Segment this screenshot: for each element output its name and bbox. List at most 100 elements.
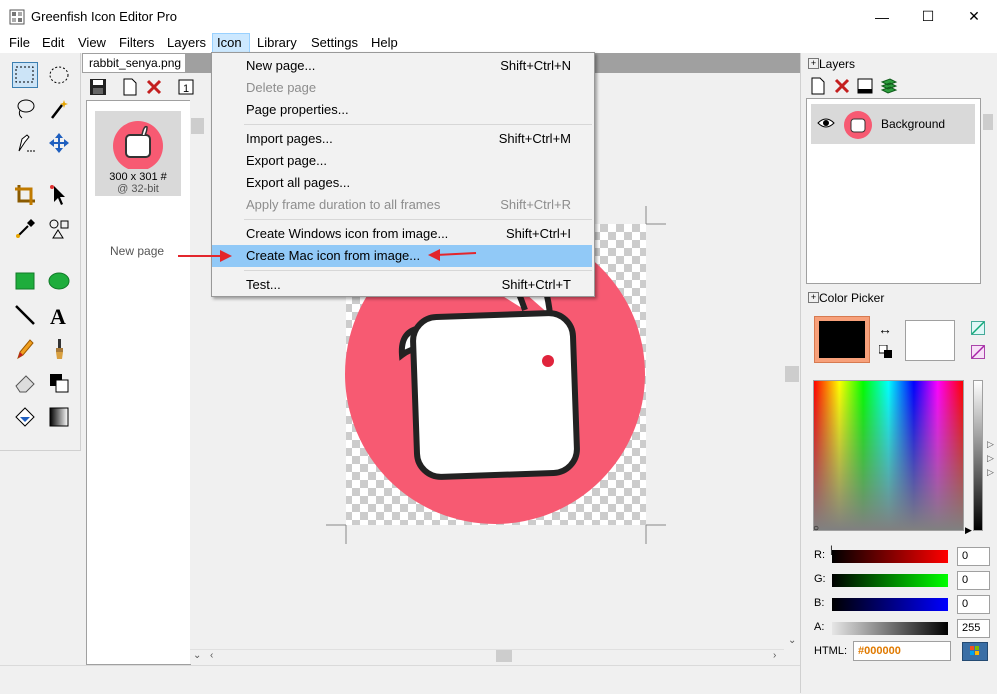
- green-slider[interactable]: [832, 574, 948, 587]
- reset-colors-icon[interactable]: [878, 344, 893, 359]
- layers-panel-title: Layers: [819, 57, 856, 71]
- page-thumbnail[interactable]: 300 x 301 # @ 32-bit: [95, 111, 181, 196]
- hue-saturation-field[interactable]: [813, 380, 964, 531]
- red-slider[interactable]: [832, 550, 948, 563]
- text-tool[interactable]: A: [46, 302, 72, 328]
- menu-filters[interactable]: Filters: [115, 33, 158, 53]
- system-color-picker-button[interactable]: [962, 642, 988, 661]
- page-number-icon[interactable]: 1: [178, 79, 194, 95]
- minimize-button[interactable]: —: [859, 0, 905, 33]
- eraser-tool[interactable]: [12, 370, 38, 396]
- blue-slider[interactable]: [832, 598, 948, 611]
- magenta-mode-icon[interactable]: [971, 345, 985, 359]
- layers-collapse-icon[interactable]: +: [808, 58, 819, 69]
- lightness-slider[interactable]: [973, 380, 983, 531]
- ellipse-tool[interactable]: [46, 268, 72, 294]
- menu-item-new-page[interactable]: New page... Shift+Ctrl+N: [212, 55, 592, 77]
- ellipse-select-tool[interactable]: [46, 62, 72, 88]
- layers-scrollbar-thumb[interactable]: [983, 114, 993, 130]
- new-page-icon[interactable]: [121, 78, 139, 96]
- document-tab[interactable]: rabbit_senya.png: [82, 53, 186, 73]
- layer-row-background[interactable]: Background: [811, 104, 975, 144]
- line-tool[interactable]: [12, 302, 38, 328]
- new-page-hint: New page: [110, 244, 165, 258]
- pointer-icon: [50, 185, 65, 205]
- move-tool[interactable]: [46, 130, 72, 156]
- crop-tool[interactable]: [12, 182, 38, 208]
- merge-layers-icon[interactable]: [880, 78, 898, 94]
- primary-color-swatch[interactable]: [819, 321, 865, 358]
- save-icon[interactable]: [89, 78, 107, 96]
- brush-tool[interactable]: [46, 336, 72, 362]
- scroll-down-icon[interactable]: ⌄: [193, 650, 201, 661]
- cyan-mode-icon[interactable]: [971, 321, 985, 335]
- swap-colors-icon[interactable]: ↔: [878, 321, 892, 337]
- side-arrows-icon[interactable]: ▷ ▷ ▷: [987, 437, 994, 479]
- slider-thumb-icon[interactable]: ▏: [831, 546, 837, 555]
- menu-file[interactable]: File: [5, 33, 34, 53]
- magic-wand-tool[interactable]: [46, 96, 72, 122]
- secondary-color-swatch[interactable]: [905, 320, 955, 361]
- eye-icon[interactable]: [817, 116, 835, 133]
- menu-separator: [244, 219, 592, 220]
- menu-item-apply-frame-duration[interactable]: Apply frame duration to all frames Shift+…: [212, 194, 592, 216]
- gradient-tool[interactable]: [46, 404, 72, 430]
- shapes-tool[interactable]: [46, 216, 72, 242]
- menu-item-export-all-pages[interactable]: Export all pages...: [212, 172, 592, 194]
- pointer-tool[interactable]: [46, 182, 72, 208]
- menu-view[interactable]: View: [74, 33, 110, 53]
- scroll-right-icon[interactable]: ›: [773, 650, 776, 661]
- menu-layers[interactable]: Layers: [163, 33, 210, 53]
- move-icon: [49, 133, 69, 153]
- menu-item-page-properties[interactable]: Page properties...: [212, 99, 592, 121]
- menu-item-import-pages[interactable]: Import pages... Shift+Ctrl+M: [212, 128, 592, 150]
- layers-scrollbar[interactable]: [981, 98, 995, 284]
- pen-tool[interactable]: [12, 130, 38, 156]
- pencil-tool[interactable]: [12, 336, 38, 362]
- blue-value-input[interactable]: 0: [957, 595, 990, 614]
- green-value-input[interactable]: 0: [957, 571, 990, 590]
- lightness-marker-icon[interactable]: ▶: [965, 525, 972, 536]
- menu-help[interactable]: Help: [367, 33, 402, 53]
- color-picker-collapse-icon[interactable]: +: [808, 292, 819, 303]
- alpha-slider[interactable]: [832, 622, 948, 635]
- line-icon: [15, 305, 35, 325]
- menu-edit[interactable]: Edit: [38, 33, 68, 53]
- vertical-scrollbar-thumb[interactable]: [191, 118, 204, 134]
- scroll-down-right-icon[interactable]: ⌄: [788, 635, 796, 646]
- menu-item-delete-page[interactable]: Delete page: [212, 77, 592, 99]
- new-layer-icon[interactable]: [810, 77, 826, 95]
- menu-item-test[interactable]: Test... Shift+Ctrl+T: [212, 274, 592, 296]
- layer-properties-icon[interactable]: [857, 78, 873, 94]
- rectangle-tool[interactable]: [12, 268, 38, 294]
- svg-text:A: A: [50, 304, 66, 327]
- rabbit-thumbnail-icon: [113, 121, 163, 171]
- close-button[interactable]: ✕: [951, 0, 997, 33]
- horizontal-scrollbar-thumb[interactable]: [496, 650, 512, 662]
- brush-icon: [56, 339, 63, 359]
- menu-settings[interactable]: Settings: [307, 33, 362, 53]
- menu-library[interactable]: Library: [253, 33, 301, 53]
- delete-layer-icon[interactable]: [834, 78, 850, 94]
- maximize-button[interactable]: ☐: [905, 0, 951, 33]
- menu-separator: [244, 270, 592, 271]
- primary-color-frame[interactable]: [814, 316, 870, 363]
- fill-tool[interactable]: [12, 404, 38, 430]
- menu-item-create-windows-icon[interactable]: Create Windows icon from image... Shift+C…: [212, 223, 592, 245]
- clone-tool[interactable]: [46, 370, 72, 396]
- shapes-icon: [49, 219, 69, 239]
- rect-select-tool[interactable]: [12, 62, 38, 88]
- canvas-right-scrollbar-thumb[interactable]: [785, 366, 799, 382]
- menu-item-create-mac-icon[interactable]: Create Mac icon from image...: [212, 245, 592, 267]
- delete-page-icon[interactable]: [145, 78, 163, 96]
- menu-icon[interactable]: Icon: [212, 33, 250, 53]
- red-value-input[interactable]: 0: [957, 547, 990, 566]
- lasso-tool[interactable]: [12, 96, 38, 122]
- alpha-value-input[interactable]: 255: [957, 619, 990, 638]
- hs-cursor-icon[interactable]: ○: [813, 523, 819, 534]
- eyedropper-tool[interactable]: [12, 216, 38, 242]
- menu-item-export-page[interactable]: Export page...: [212, 150, 592, 172]
- html-color-input[interactable]: #000000: [853, 641, 951, 661]
- horizontal-scrollbar[interactable]: [190, 649, 784, 664]
- scroll-left-icon[interactable]: ‹: [210, 650, 213, 661]
